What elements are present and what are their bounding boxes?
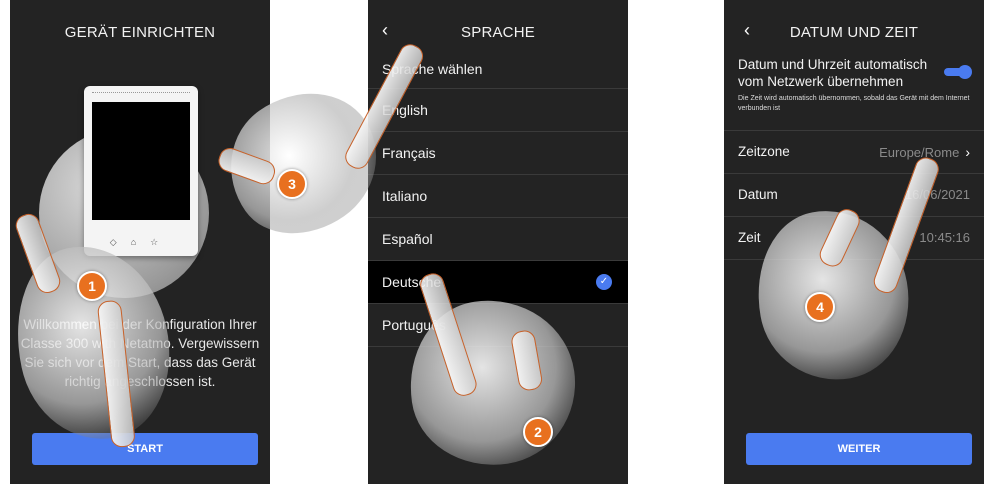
timezone-value-wrap: Europe/Rome ›	[879, 131, 970, 174]
date-label: Datum	[738, 187, 778, 202]
language-option-spanish[interactable]: Español	[368, 218, 628, 261]
start-button[interactable]: START	[32, 433, 258, 465]
time-row[interactable]: Zeit 10:45:16	[724, 217, 984, 260]
date-time-title: DATUM UND ZEIT	[789, 24, 919, 41]
device-speaker	[92, 92, 190, 97]
step-marker-2: 2	[523, 417, 553, 447]
welcome-text: Willkommen bei der Konfiguration Ihrer C…	[20, 317, 260, 389]
step-marker-1: 1	[77, 271, 107, 301]
timezone-value: Europe/Rome	[879, 145, 960, 160]
next-button[interactable]: WEITER	[746, 433, 972, 465]
language-list: Sprache wählen English Français Italiano…	[368, 50, 628, 347]
auto-time-setting: Datum und Uhrzeit automatisch vom Netzwe…	[738, 56, 972, 114]
date-value: 16/06/2021	[904, 187, 970, 202]
timezone-row[interactable]: Zeitzone Europe/Rome ›	[724, 131, 984, 174]
device-buttons: ◇⌂☆	[109, 237, 173, 247]
date-row[interactable]: Datum 16/06/2021	[724, 174, 984, 217]
language-option-italian[interactable]: Italiano	[368, 175, 628, 218]
date-time-settings-list: Zeitzone Europe/Rome › Datum 16/06/2021 Z…	[724, 130, 984, 260]
step-marker-4: 4	[805, 292, 835, 322]
language-option-german[interactable]: Deutsche ✓	[368, 261, 628, 304]
date-time-screen: ‹ DATUM UND ZEIT Datum und Uhrzeit autom…	[724, 0, 984, 484]
auto-time-label: Datum und Uhrzeit automatisch vom Netzwe…	[738, 57, 928, 89]
chevron-right-icon: ›	[965, 144, 970, 160]
time-label: Zeit	[738, 230, 761, 245]
auto-time-description: Die Zeit wird automatisch übernommen, so…	[738, 95, 970, 112]
toggle-knob	[958, 65, 972, 79]
language-screen: ‹ SPRACHE Sprache wählen English Françai…	[368, 0, 628, 484]
language-option-french[interactable]: Français	[368, 132, 628, 175]
step-marker-3: 3	[277, 169, 307, 199]
language-list-header: Sprache wählen	[368, 50, 628, 89]
time-value: 10:45:16	[919, 230, 970, 245]
setup-screen: GERÄT EINRICHTEN ◇⌂☆ Willkommen bei der …	[10, 0, 270, 484]
timezone-label: Zeitzone	[738, 144, 790, 159]
language-option-label: Deutsche	[382, 274, 442, 290]
language-option-portuguese[interactable]: Português	[368, 304, 628, 347]
check-icon: ✓	[596, 274, 612, 290]
device-display	[92, 102, 190, 220]
device-image: ◇⌂☆	[84, 86, 198, 256]
setup-title: GERÄT EINRICHTEN	[64, 24, 216, 41]
language-title: SPRACHE	[461, 24, 535, 41]
language-option-english[interactable]: English	[368, 89, 628, 132]
auto-time-toggle[interactable]	[944, 65, 972, 79]
